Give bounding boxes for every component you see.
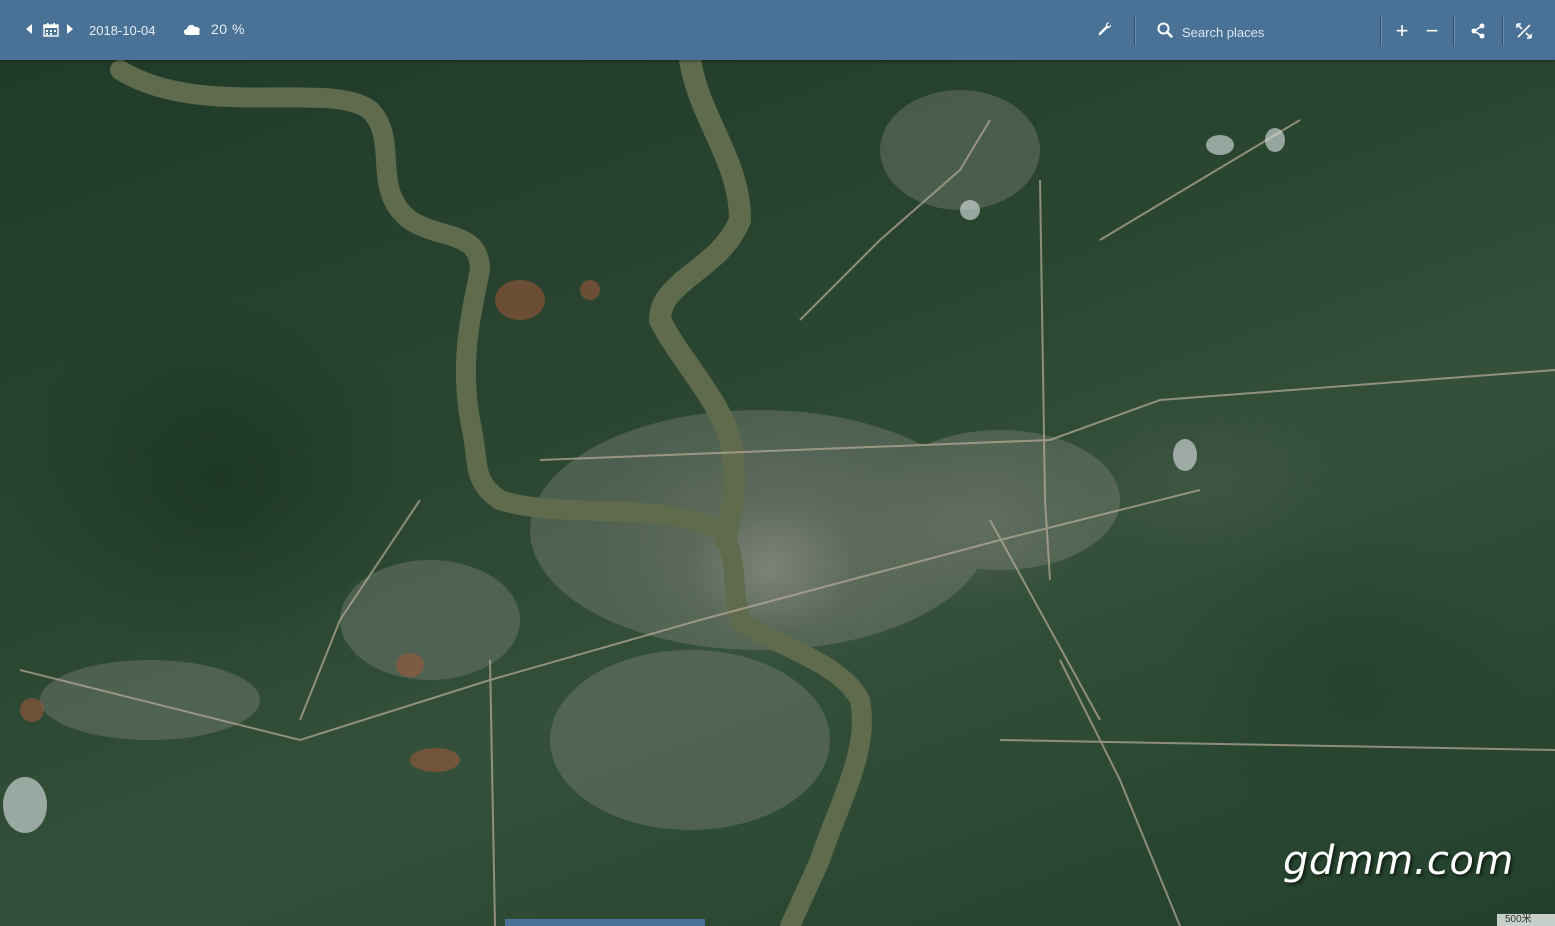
- wrench-icon[interactable]: [1097, 21, 1115, 39]
- cloud-coverage-value[interactable]: 20 %: [211, 21, 245, 37]
- search-input[interactable]: [1180, 19, 1374, 45]
- toolbar-divider: [1134, 16, 1136, 46]
- watermark: gdmm.com: [1283, 838, 1514, 884]
- toolbar: 2018-10-04 20 % + −: [0, 0, 1555, 60]
- search-icon: [1157, 22, 1173, 38]
- bottom-panel-handle[interactable]: [505, 919, 705, 926]
- satellite-map[interactable]: [0, 60, 1555, 926]
- map-features: [3, 60, 1555, 926]
- share-icon[interactable]: [1466, 18, 1490, 44]
- calendar-icon[interactable]: [43, 22, 59, 37]
- fullscreen-toggle-icon[interactable]: [1512, 18, 1536, 44]
- zoom-out-button[interactable]: −: [1420, 18, 1444, 44]
- date-label[interactable]: 2018-10-04: [89, 23, 156, 38]
- urban-areas: [40, 90, 1120, 830]
- next-date-icon[interactable]: [67, 24, 73, 34]
- toolbar-divider: [1453, 16, 1455, 46]
- prev-date-icon[interactable]: [26, 24, 32, 34]
- toolbar-divider: [1380, 16, 1382, 46]
- toolbar-divider: [1502, 16, 1504, 46]
- cloud-icon: [182, 22, 202, 36]
- zoom-in-button[interactable]: +: [1390, 18, 1414, 44]
- scale-bar: 500米: [1497, 914, 1555, 926]
